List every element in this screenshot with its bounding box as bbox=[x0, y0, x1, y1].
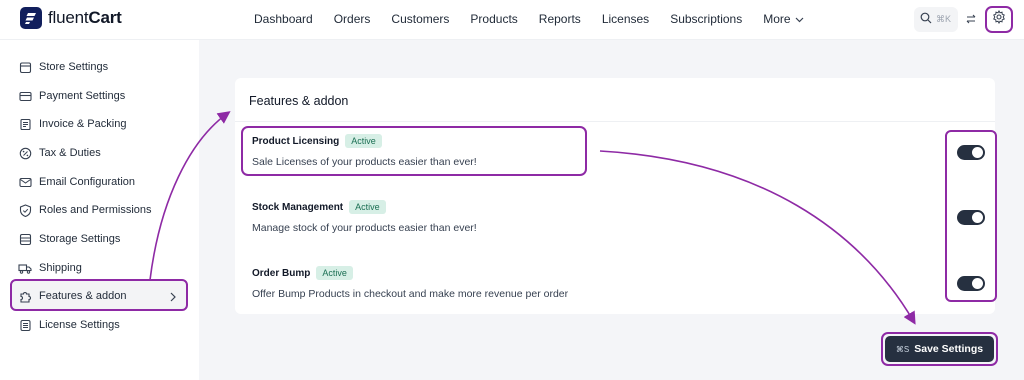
shield-check-icon bbox=[18, 203, 32, 217]
invoice-icon bbox=[18, 117, 32, 131]
feature-stock-management: Stock Management Active Manage stock of … bbox=[252, 200, 477, 234]
nav-subscriptions[interactable]: Subscriptions bbox=[670, 12, 742, 26]
sidebar-item-label: License Settings bbox=[39, 319, 120, 331]
sidebar-item-label: Payment Settings bbox=[39, 90, 126, 102]
sidebar-item-license-settings[interactable]: License Settings bbox=[18, 315, 188, 335]
main-nav: Dashboard Orders Customers Products Repo… bbox=[254, 12, 825, 26]
document-icon bbox=[18, 318, 32, 332]
top-bar: fluentCart Dashboard Orders Customers Pr… bbox=[0, 0, 1024, 40]
sidebar-item-label: Roles and Permissions bbox=[39, 204, 152, 216]
sidebar-item-label: Email Configuration bbox=[39, 176, 135, 188]
feature-description: Offer Bump Products in checkout and make… bbox=[252, 288, 569, 300]
sidebar-item-invoice-packing[interactable]: Invoice & Packing bbox=[18, 114, 188, 134]
status-badge: Active bbox=[349, 200, 386, 214]
sidebar-item-roles-permissions[interactable]: Roles and Permissions bbox=[18, 200, 188, 220]
toggle-product-licensing[interactable] bbox=[957, 145, 985, 160]
annotation-highlight-box bbox=[241, 126, 587, 176]
status-badge: Active bbox=[316, 266, 353, 280]
storage-icon bbox=[18, 232, 32, 246]
sidebar-item-tax-duties[interactable]: Tax & Duties bbox=[18, 143, 188, 163]
toggle-order-bump[interactable] bbox=[957, 276, 985, 291]
mail-icon bbox=[18, 175, 32, 189]
toggle-stock-management[interactable] bbox=[957, 210, 985, 225]
sidebar-item-email-configuration[interactable]: Email Configuration bbox=[18, 172, 188, 192]
gear-icon bbox=[992, 9, 1006, 29]
save-shortcut: ⌘S bbox=[895, 344, 910, 354]
divider bbox=[235, 121, 995, 122]
chevron-down-icon bbox=[795, 12, 804, 26]
swap-arrows-icon[interactable] bbox=[965, 12, 979, 26]
toggle-knob bbox=[972, 278, 983, 289]
sidebar-item-label: Features & addon bbox=[39, 290, 127, 302]
nav-more-label: More bbox=[763, 12, 791, 26]
toggle-knob bbox=[972, 147, 983, 158]
sidebar-item-store-settings[interactable]: Store Settings bbox=[18, 57, 188, 77]
feature-name: Stock Management bbox=[252, 201, 344, 213]
settings-sidebar: Store Settings Payment Settings Invoice … bbox=[0, 40, 199, 380]
truck-icon bbox=[18, 261, 32, 275]
sidebar-item-payment-settings[interactable]: Payment Settings bbox=[18, 86, 188, 106]
sidebar-item-storage-settings[interactable]: Storage Settings bbox=[18, 229, 188, 249]
credit-card-icon bbox=[18, 89, 32, 103]
sidebar-item-label: Shipping bbox=[39, 262, 82, 274]
toggle-knob bbox=[972, 212, 983, 223]
nav-reports[interactable]: Reports bbox=[539, 12, 581, 26]
page-title: Features & addon bbox=[249, 94, 349, 108]
settings-button[interactable] bbox=[985, 6, 1013, 33]
nav-more[interactable]: More bbox=[763, 12, 804, 26]
sidebar-item-shipping[interactable]: Shipping bbox=[18, 258, 188, 278]
search-icon bbox=[920, 11, 932, 29]
save-label: Save Settings bbox=[914, 343, 984, 355]
sidebar-item-label: Storage Settings bbox=[39, 233, 121, 245]
search-shortcut: ⌘K bbox=[936, 14, 952, 24]
brand-logo[interactable]: fluentCart bbox=[20, 7, 122, 29]
fluentcart-logo-icon bbox=[20, 7, 42, 29]
brand-name: fluentCart bbox=[48, 8, 122, 27]
save-settings-button[interactable]: ⌘S Save Settings bbox=[885, 336, 994, 362]
sidebar-item-label: Tax & Duties bbox=[39, 147, 101, 159]
percent-icon bbox=[18, 146, 32, 160]
sidebar-item-features-addon[interactable]: Features & addon bbox=[18, 286, 188, 306]
sidebar-item-label: Store Settings bbox=[39, 61, 109, 73]
search-button[interactable]: ⌘K bbox=[914, 7, 958, 32]
puzzle-icon bbox=[18, 289, 32, 303]
nav-licenses[interactable]: Licenses bbox=[602, 12, 649, 26]
nav-customers[interactable]: Customers bbox=[391, 12, 449, 26]
feature-order-bump: Order Bump Active Offer Bump Products in… bbox=[252, 266, 568, 300]
feature-description: Manage stock of your products easier tha… bbox=[252, 222, 477, 234]
features-card: Features & addon Product Licensing Activ… bbox=[235, 78, 995, 314]
sidebar-item-label: Invoice & Packing bbox=[39, 118, 127, 130]
nav-orders[interactable]: Orders bbox=[334, 12, 371, 26]
feature-name: Order Bump bbox=[252, 267, 311, 279]
main-content: Features & addon Product Licensing Activ… bbox=[199, 40, 1024, 380]
store-icon bbox=[18, 60, 32, 74]
nav-products[interactable]: Products bbox=[470, 12, 517, 26]
nav-dashboard[interactable]: Dashboard bbox=[254, 12, 313, 26]
